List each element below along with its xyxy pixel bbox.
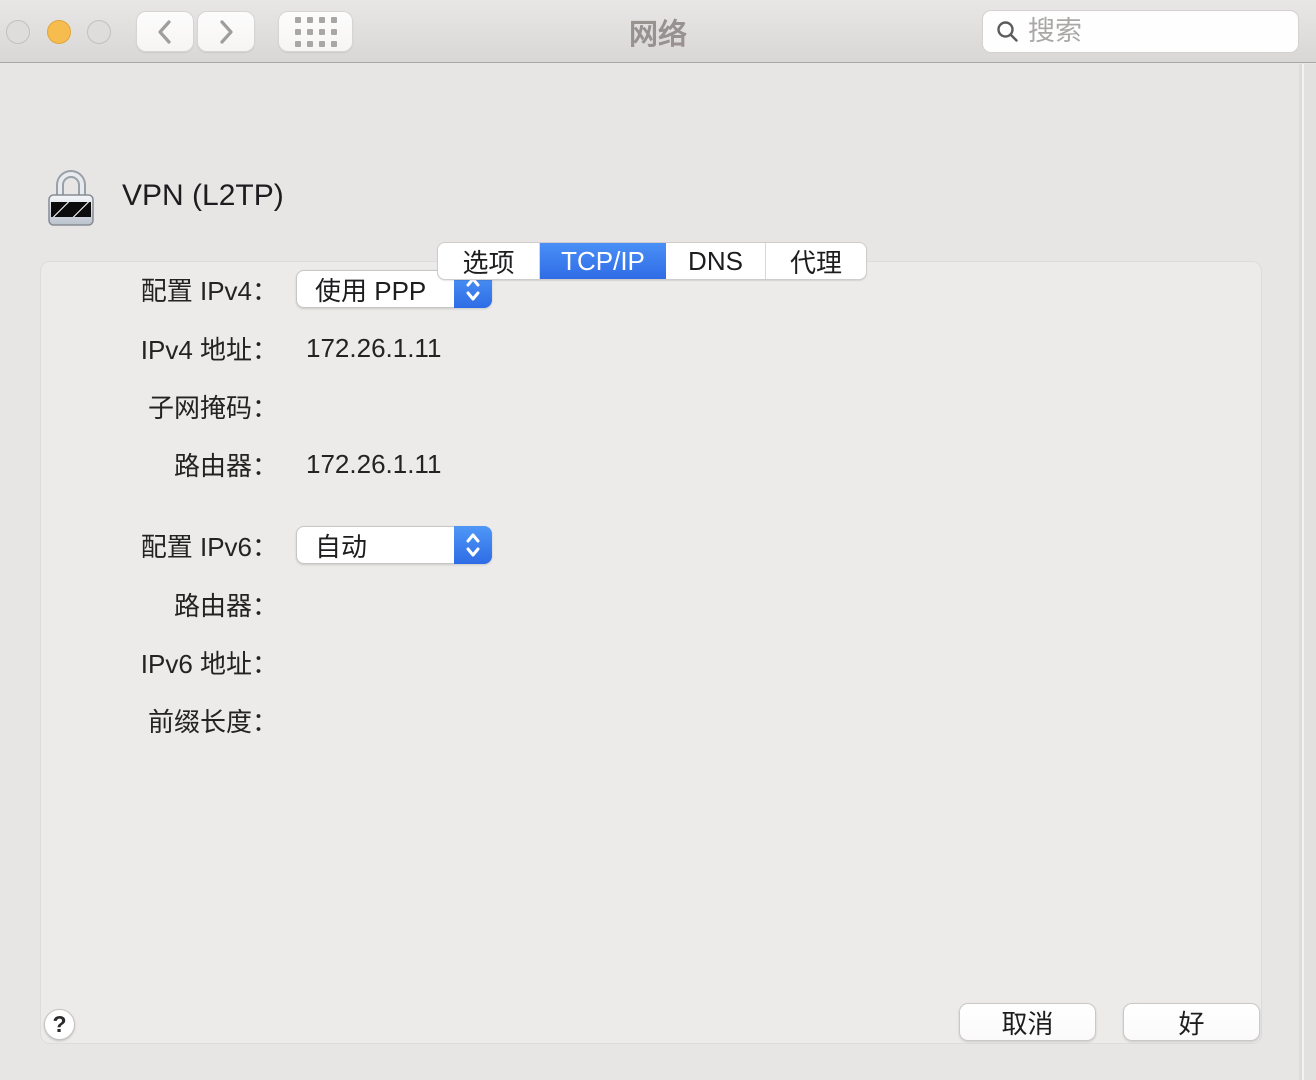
tab-options[interactable]: 选项 bbox=[438, 243, 540, 279]
ipv4-router-value: 172.26.1.11 bbox=[306, 448, 442, 479]
configure-ipv4-label: 配置 IPv4： bbox=[140, 275, 278, 306]
tab-tcpip[interactable]: TCP/IP bbox=[540, 243, 666, 279]
back-button[interactable] bbox=[136, 11, 194, 52]
content-area: VPN (L2TP) 选项 TCP/IP DNS 代理 配置 IPv4： 使用 … bbox=[0, 64, 1302, 1080]
desktop-edge-strip bbox=[1302, 64, 1316, 1080]
tab-dns[interactable]: DNS bbox=[666, 243, 766, 279]
ipv6-configure-value: 自动 bbox=[315, 531, 368, 562]
ipv6-router-label: 路由器： bbox=[173, 590, 278, 621]
chevron-up-down-icon bbox=[454, 526, 492, 564]
row-ipv6-address: IPv6 地址： bbox=[40, 643, 1040, 681]
chevron-left-icon bbox=[158, 19, 171, 44]
ipv4-router-label: 路由器： bbox=[173, 450, 278, 481]
forward-button[interactable] bbox=[197, 11, 255, 52]
grid-icon bbox=[294, 16, 337, 47]
subnet-mask-label: 子网掩码： bbox=[147, 392, 278, 423]
connection-header: VPN (L2TP) bbox=[46, 164, 284, 228]
search-input[interactable] bbox=[1028, 16, 1278, 47]
connection-name: VPN (L2TP) bbox=[122, 179, 284, 212]
tab-proxy[interactable]: 代理 bbox=[766, 243, 866, 279]
close-button[interactable] bbox=[6, 20, 30, 44]
minimize-button[interactable] bbox=[47, 20, 71, 44]
search-field[interactable] bbox=[982, 10, 1299, 53]
row-ipv4-router: 路由器： 172.26.1.11 bbox=[40, 445, 1040, 483]
ipv6-address-label: IPv6 地址： bbox=[140, 648, 278, 679]
vpn-lock-icon bbox=[48, 170, 94, 226]
configure-ipv6-label: 配置 IPv6： bbox=[140, 531, 278, 562]
search-icon bbox=[997, 21, 1018, 42]
prefix-length-label: 前缀长度： bbox=[147, 706, 278, 737]
row-configure-ipv6: 配置 IPv6： 自动 bbox=[40, 526, 1040, 564]
ok-button[interactable]: 好 bbox=[1123, 1003, 1260, 1041]
tab-bar: 选项 TCP/IP DNS 代理 bbox=[437, 242, 867, 280]
chevron-right-icon bbox=[220, 19, 233, 44]
row-prefix-length: 前缀长度： bbox=[40, 701, 1040, 739]
ipv4-configure-value: 使用 PPP bbox=[315, 275, 427, 306]
row-ipv4-address: IPv4 地址： 172.26.1.11 bbox=[40, 329, 1040, 367]
row-ipv6-router: 路由器： bbox=[40, 585, 1040, 623]
ipv4-address-value: 172.26.1.11 bbox=[306, 332, 442, 363]
help-button[interactable]: ? bbox=[44, 1009, 75, 1040]
show-all-button[interactable] bbox=[278, 11, 353, 52]
cancel-button[interactable]: 取消 bbox=[959, 1003, 1096, 1041]
zoom-button[interactable] bbox=[87, 20, 111, 44]
ipv6-configure-select[interactable]: 自动 bbox=[296, 526, 492, 564]
row-subnet-mask: 子网掩码： bbox=[40, 387, 1040, 425]
titlebar: 网络 bbox=[0, 0, 1316, 63]
ipv4-address-label: IPv4 地址： bbox=[140, 334, 278, 365]
